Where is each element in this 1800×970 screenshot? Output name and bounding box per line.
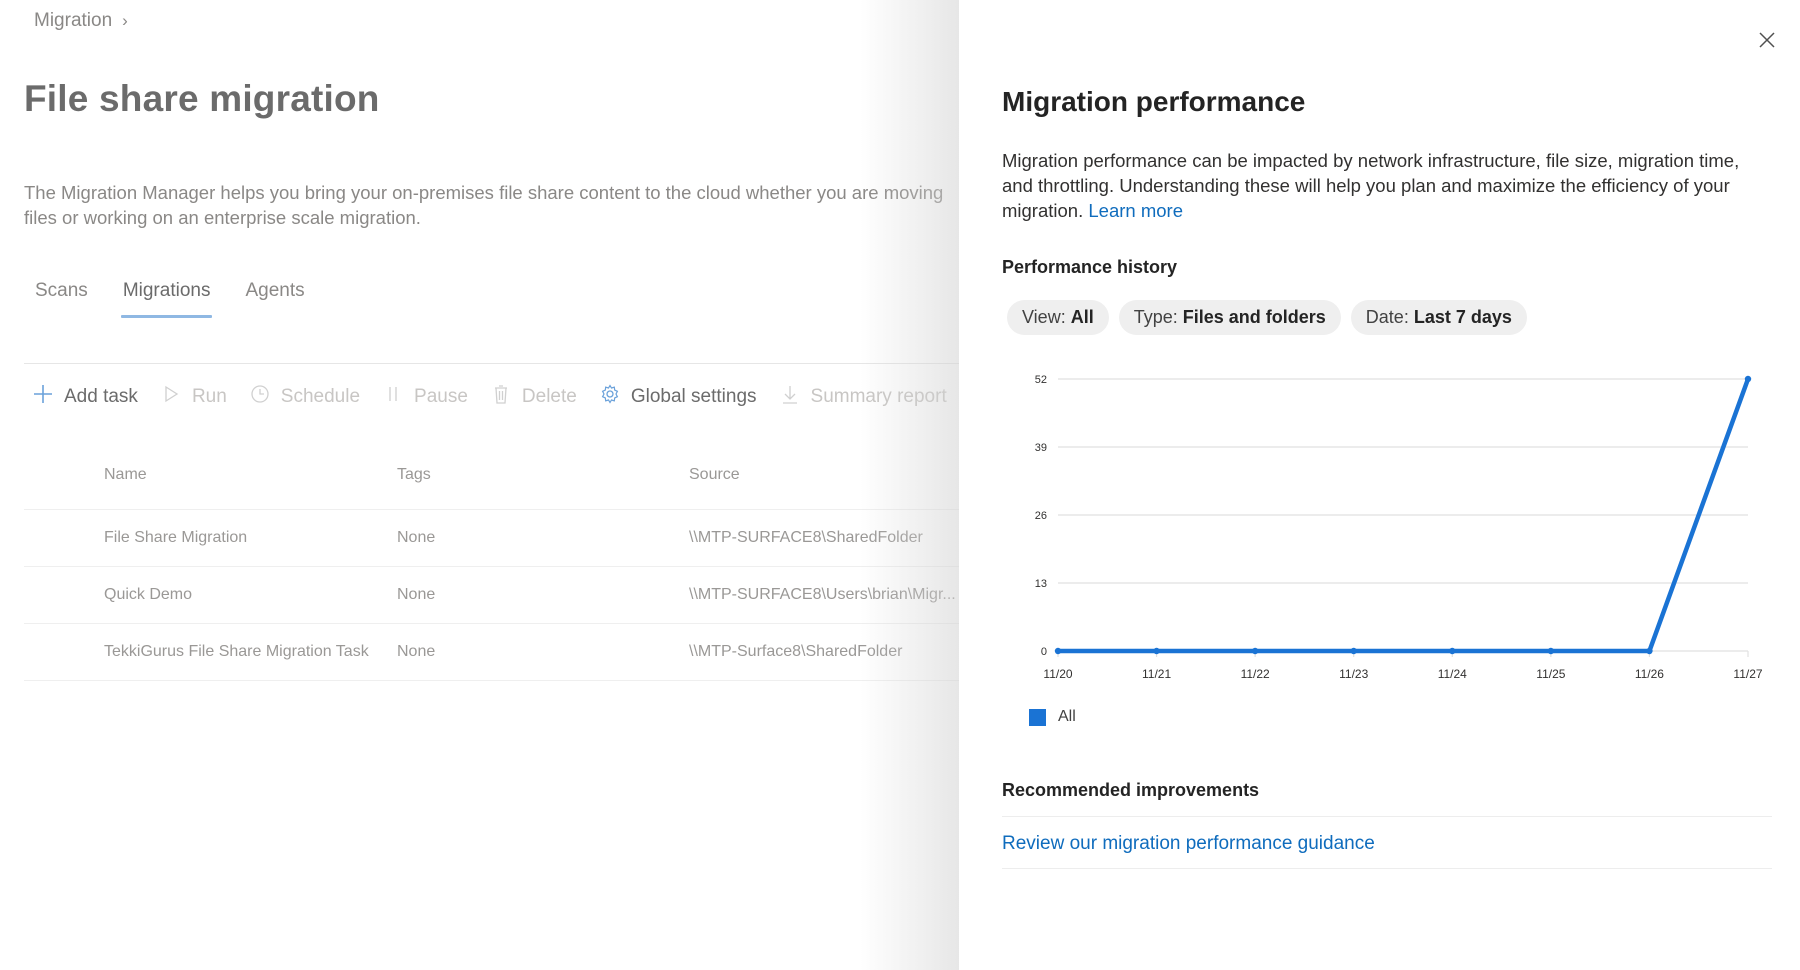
x-tick-label: 11/27 bbox=[1733, 667, 1762, 681]
x-tick-label: 11/24 bbox=[1438, 667, 1467, 681]
row-source: \\MTP-SURFACE8\Users\brian\Migr... bbox=[689, 586, 956, 603]
x-tick-label: 11/22 bbox=[1241, 667, 1270, 681]
date-filter-key: Date: bbox=[1365, 307, 1409, 327]
tab-scans[interactable]: Scans bbox=[35, 280, 88, 316]
data-point bbox=[1054, 647, 1062, 655]
migrations-table: Name Tags Source File Share Migration No… bbox=[24, 466, 960, 681]
chevron-right-icon: › bbox=[122, 11, 128, 30]
x-tick-label: 11/23 bbox=[1339, 667, 1368, 681]
performance-history-title: Performance history bbox=[1002, 257, 1178, 277]
breadcrumb-item-migration[interactable]: Migration bbox=[34, 10, 112, 32]
divider bbox=[1002, 816, 1772, 817]
row-name: File Share Migration bbox=[104, 529, 248, 546]
column-header-name[interactable]: Name bbox=[24, 466, 397, 484]
type-filter[interactable]: Type: Files and folders bbox=[1118, 300, 1341, 335]
view-filter[interactable]: View: All bbox=[1007, 300, 1109, 335]
row-name: TekkiGurus File Share Migration Task bbox=[104, 643, 369, 660]
x-tick-label: 11/21 bbox=[1142, 667, 1171, 681]
data-point bbox=[1449, 647, 1456, 655]
add-task-button[interactable]: Add task bbox=[32, 383, 148, 411]
breadcrumb: Migration › bbox=[34, 10, 128, 32]
data-point bbox=[1350, 647, 1357, 655]
column-header-source[interactable]: Source bbox=[689, 466, 960, 484]
row-tags: None bbox=[397, 529, 436, 546]
gear-icon bbox=[599, 383, 621, 411]
panel-title: Migration performance bbox=[1002, 86, 1306, 117]
clock-icon bbox=[249, 383, 271, 411]
x-tick-label: 11/26 bbox=[1635, 667, 1664, 681]
data-point bbox=[1744, 375, 1752, 383]
row-tags: None bbox=[397, 586, 436, 603]
chart-legend[interactable]: All bbox=[1029, 708, 1076, 726]
page-description-line-2: files or working on an enterprise scale … bbox=[24, 207, 421, 228]
legend-swatch-all bbox=[1029, 708, 1046, 726]
background-page: Migration › File share migration The Mig… bbox=[0, 0, 989, 970]
x-tick-label: 11/25 bbox=[1536, 667, 1565, 681]
global-settings-button[interactable]: Global settings bbox=[599, 383, 767, 411]
learn-more-link[interactable]: Learn more bbox=[1088, 200, 1183, 221]
page-title: File share migration bbox=[24, 78, 380, 119]
delete-label: Delete bbox=[521, 386, 577, 407]
page-description: The Migration Manager helps you bring yo… bbox=[24, 180, 964, 230]
date-filter[interactable]: Date: Last 7 days bbox=[1350, 300, 1527, 335]
view-filter-value: All bbox=[1070, 307, 1094, 327]
y-tick-label: 13 bbox=[1035, 578, 1047, 590]
play-icon bbox=[160, 383, 182, 411]
table-row[interactable]: File Share Migration None \\MTP-SURFACE8… bbox=[24, 510, 960, 567]
table-row[interactable]: Quick Demo None \\MTP-SURFACE8\Users\bri… bbox=[24, 567, 960, 624]
trash-icon bbox=[490, 383, 512, 411]
tab-divider bbox=[24, 363, 964, 364]
y-tick-label: 52 bbox=[1035, 374, 1047, 386]
tab-migrations[interactable]: Migrations bbox=[120, 280, 213, 318]
data-point bbox=[1646, 647, 1653, 655]
row-name: Quick Demo bbox=[104, 586, 193, 603]
filter-bar: View: All Type: Files and folders Date: Las… bbox=[1007, 300, 1527, 335]
run-button[interactable]: Run bbox=[160, 383, 237, 411]
pause-label: Pause bbox=[414, 386, 468, 407]
x-tick-label: 11/20 bbox=[1043, 667, 1072, 681]
tab-agents[interactable]: Agents bbox=[245, 280, 304, 316]
summary-report-button[interactable]: Summary report bbox=[779, 383, 957, 411]
tab-list: Scans Migrations Agents bbox=[35, 280, 305, 318]
data-point bbox=[1547, 647, 1555, 655]
add-task-label: Add task bbox=[64, 386, 138, 407]
table-row[interactable]: TekkiGurus File Share Migration Task Non… bbox=[24, 624, 960, 681]
download-icon bbox=[779, 383, 801, 411]
close-icon bbox=[1758, 31, 1776, 54]
type-filter-key: Type: bbox=[1133, 307, 1178, 327]
y-tick-label: 26 bbox=[1035, 510, 1047, 522]
command-bar: Add task Run Schedule Pause Delete Globa… bbox=[32, 380, 1013, 414]
pause-icon bbox=[382, 383, 404, 411]
type-filter-value: Files and folders bbox=[1182, 307, 1326, 327]
summary-report-label: Summary report bbox=[810, 386, 947, 407]
pause-button[interactable]: Pause bbox=[382, 383, 478, 411]
row-source: \\MTP-SURFACE8\SharedFolder bbox=[689, 529, 923, 546]
migration-performance-panel: Migration performance Migration performa… bbox=[959, 0, 1800, 970]
schedule-button[interactable]: Schedule bbox=[249, 383, 370, 411]
column-header-tags[interactable]: Tags bbox=[397, 466, 689, 484]
panel-description: Migration performance can be impacted by… bbox=[1002, 148, 1772, 223]
table-header: Name Tags Source bbox=[24, 466, 960, 510]
legend-label-all: All bbox=[1058, 708, 1076, 725]
delete-button[interactable]: Delete bbox=[490, 383, 587, 411]
data-point bbox=[1153, 647, 1160, 655]
close-button[interactable] bbox=[1755, 30, 1779, 54]
y-tick-label: 0 bbox=[1041, 646, 1047, 658]
row-source: \\MTP-Surface8\SharedFolder bbox=[689, 643, 903, 660]
run-label: Run bbox=[191, 386, 227, 407]
date-filter-value: Last 7 days bbox=[1413, 307, 1512, 327]
global-settings-label: Global settings bbox=[630, 386, 757, 407]
performance-chart: 0 13 26 39 52 11/20 11/21 11/22 11/23 11/24 11/25 1… bbox=[1035, 374, 1763, 681]
row-tags: None bbox=[397, 643, 436, 660]
view-filter-key: View: bbox=[1022, 307, 1066, 327]
data-point bbox=[1251, 647, 1259, 655]
performance-guidance-link[interactable]: Review our migration performance guidanc… bbox=[1002, 833, 1375, 855]
page-description-line-1: The Migration Manager helps you bring yo… bbox=[24, 182, 944, 203]
recommended-improvements-title: Recommended improvements bbox=[1002, 780, 1260, 800]
y-tick-label: 39 bbox=[1035, 442, 1047, 454]
divider bbox=[1002, 868, 1772, 869]
schedule-label: Schedule bbox=[280, 386, 361, 407]
plus-icon bbox=[32, 383, 54, 411]
